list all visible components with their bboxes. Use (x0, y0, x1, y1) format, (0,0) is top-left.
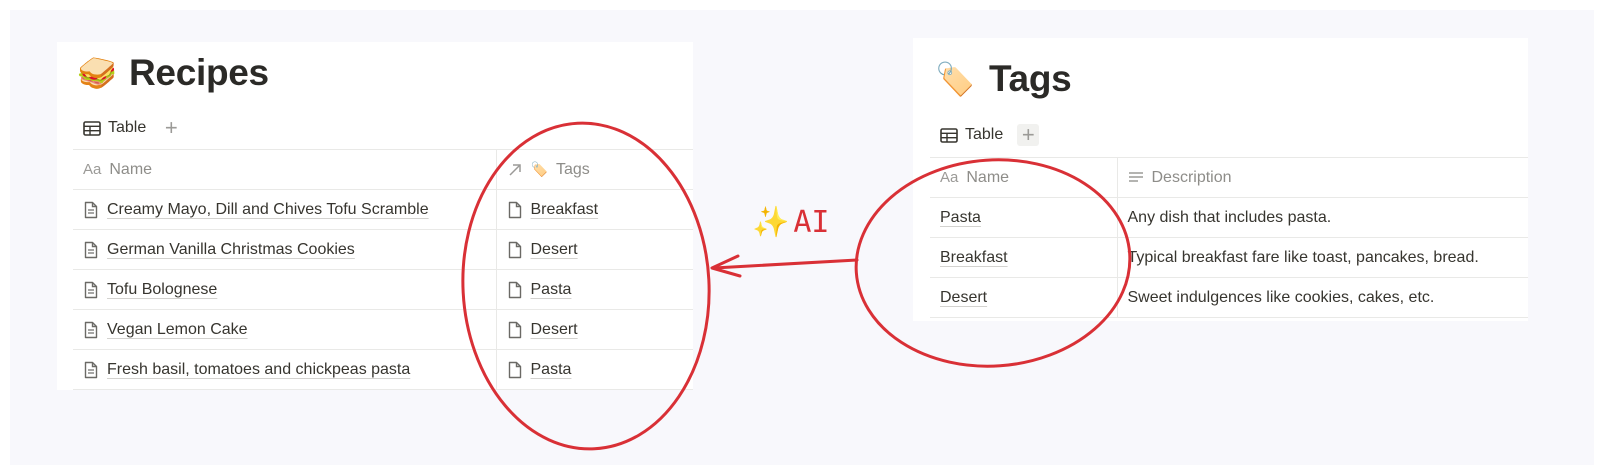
tag-icon: 🏷️ (530, 161, 548, 178)
recipe-link[interactable]: German Vanilla Christmas Cookies (107, 241, 355, 259)
document-icon (508, 321, 521, 338)
column-header-description[interactable]: Description (1116, 157, 1528, 198)
tag-link[interactable]: Desert (531, 321, 578, 339)
description-cell[interactable]: Typical breakfast fare like toast, panca… (1116, 237, 1528, 278)
ai-label: AI (793, 205, 830, 240)
ai-annotation: ✨ AI (752, 205, 829, 240)
document-icon (84, 241, 98, 258)
table-header-row: Aa Name Description (930, 157, 1528, 198)
document-icon (508, 241, 521, 258)
table-row: Tofu Bolognese Pasta (73, 269, 693, 310)
description-text: Sweet indulgences like cookies, cakes, e… (1127, 288, 1435, 306)
table-row: German Vanilla Christmas Cookies Desert (73, 229, 693, 270)
sandwich-icon: 🥪 (77, 54, 117, 92)
tag-name-link[interactable]: Breakfast (940, 249, 1008, 266)
tag-cell[interactable]: Pasta (495, 349, 693, 390)
name-cell[interactable]: Breakfast (930, 237, 1117, 278)
column-header-label: Name (109, 160, 153, 178)
tag-link[interactable]: Breakfast (531, 201, 599, 219)
tab-table-view[interactable]: Table (940, 126, 1003, 144)
tab-table-label: Table (108, 119, 147, 136)
tag-link[interactable]: Pasta (531, 361, 572, 379)
tag-link[interactable]: Desert (531, 241, 578, 259)
tag-cell[interactable]: Breakfast (495, 189, 693, 230)
tab-table-view[interactable]: Table (83, 119, 146, 137)
name-cell[interactable]: German Vanilla Christmas Cookies (73, 229, 496, 270)
tags-table: Aa Name Description Pasta Any dish that i… (930, 157, 1528, 318)
document-icon (84, 281, 98, 298)
column-header-label: Tags (555, 160, 590, 178)
recipe-link[interactable]: Tofu Bolognese (107, 281, 217, 299)
tag-icon: 🏷️ (935, 60, 975, 98)
table-row: Creamy Mayo, Dill and Chives Tofu Scramb… (73, 189, 693, 230)
add-view-button[interactable]: + (1017, 124, 1040, 146)
add-view-button[interactable]: + (160, 117, 182, 139)
title-property-icon: Aa (83, 161, 102, 178)
name-cell[interactable]: Pasta (930, 197, 1117, 238)
table-row: Breakfast Typical breakfast fare like to… (930, 237, 1528, 278)
name-cell[interactable]: Creamy Mayo, Dill and Chives Tofu Scramb… (73, 189, 496, 230)
document-icon (508, 201, 521, 218)
tag-cell[interactable]: Desert (495, 309, 693, 350)
column-header-tags[interactable]: 🏷️ Tags (495, 149, 693, 190)
name-cell[interactable]: Fresh basil, tomatoes and chickpeas past… (73, 349, 496, 390)
document-icon (84, 201, 98, 218)
tag-link[interactable]: Pasta (531, 281, 572, 299)
tag-name-link[interactable]: Pasta (940, 209, 981, 226)
sparkles-icon: ✨ (752, 205, 790, 240)
column-header-name[interactable]: Aa Name (73, 149, 496, 190)
recipe-link[interactable]: Fresh basil, tomatoes and chickpeas past… (107, 361, 410, 379)
table-row: Fresh basil, tomatoes and chickpeas past… (73, 349, 693, 390)
title-property-icon: Aa (940, 169, 959, 186)
view-tabs: Table + (83, 117, 182, 139)
table-icon (83, 120, 101, 136)
tag-cell[interactable]: Pasta (495, 269, 693, 310)
document-icon (508, 361, 521, 378)
relation-arrow-icon (508, 163, 521, 176)
page-title: Recipes (129, 52, 269, 93)
recipe-link[interactable]: Vegan Lemon Cake (107, 321, 248, 339)
recipes-table: Aa Name 🏷️ Tags Creamy Mayo, Dill and Chi… (73, 149, 693, 390)
text-lines-icon (1128, 171, 1143, 182)
recipes-header: 🥪 Recipes (75, 50, 269, 96)
description-text: Typical breakfast fare like toast, panca… (1127, 248, 1479, 266)
description-text: Any dish that includes pasta. (1127, 208, 1332, 226)
name-cell[interactable]: Vegan Lemon Cake (73, 309, 496, 350)
description-cell[interactable]: Any dish that includes pasta. (1116, 197, 1528, 238)
column-header-label: Name (966, 168, 1010, 186)
document-icon (508, 281, 521, 298)
tags-header: 🏷️ Tags (933, 56, 1072, 102)
table-header-row: Aa Name 🏷️ Tags (73, 149, 693, 190)
tag-cell[interactable]: Desert (495, 229, 693, 270)
description-cell[interactable]: Sweet indulgences like cookies, cakes, e… (1116, 277, 1528, 318)
table-icon (940, 127, 958, 143)
tab-table-label: Table (965, 126, 1004, 143)
recipe-link[interactable]: Creamy Mayo, Dill and Chives Tofu Scramb… (107, 201, 429, 219)
tag-name-link[interactable]: Desert (940, 289, 987, 306)
page-title: Tags (989, 58, 1072, 99)
table-row: Vegan Lemon Cake Desert (73, 309, 693, 350)
table-row: Pasta Any dish that includes pasta. (930, 197, 1528, 238)
column-header-name[interactable]: Aa Name (930, 157, 1117, 198)
name-cell[interactable]: Desert (930, 277, 1117, 318)
name-cell[interactable]: Tofu Bolognese (73, 269, 496, 310)
column-header-label: Description (1151, 168, 1232, 186)
document-icon (84, 321, 98, 338)
tags-database: 🏷️ Tags Table + Aa Name Description Past… (913, 38, 1528, 321)
recipes-database: 🥪 Recipes Table + Aa Name 🏷️ Tags Creamy… (57, 42, 693, 390)
table-row: Desert Sweet indulgences like cookies, c… (930, 277, 1528, 318)
document-icon (84, 361, 98, 378)
view-tabs: Table + (940, 124, 1040, 146)
